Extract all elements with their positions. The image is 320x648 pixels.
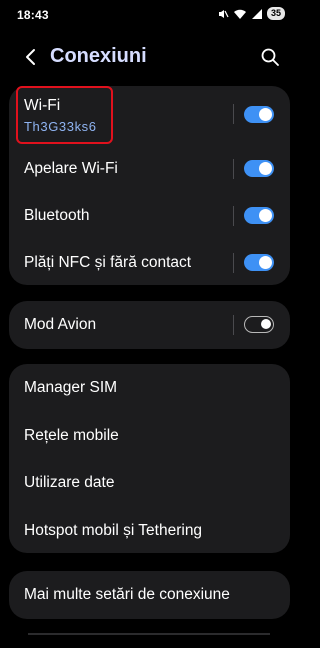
scroll-edge-divider — [28, 633, 270, 635]
airplane-mode-row[interactable]: Mod Avion — [9, 301, 290, 349]
mute-icon — [218, 9, 229, 18]
status-time: 18:43 — [17, 8, 49, 22]
divider — [233, 206, 234, 226]
bluetooth-toggle[interactable] — [244, 207, 274, 224]
wifi-toggle[interactable] — [244, 106, 274, 123]
mobile-networks-row[interactable]: Rețele mobile — [9, 411, 290, 458]
mobile-networks-label: Rețele mobile — [24, 427, 119, 444]
sim-manager-row[interactable]: Manager SIM — [9, 364, 290, 411]
status-icons: 35 — [217, 7, 285, 20]
divider — [233, 253, 234, 273]
more-settings-row[interactable]: Mai multe setări de conexiune — [9, 571, 290, 619]
hotspot-label: Hotspot mobil și Tethering — [24, 522, 203, 539]
more-settings-card: Mai multe setări de conexiune — [9, 571, 290, 619]
search-icon[interactable] — [259, 46, 281, 68]
sim-manager-label: Manager SIM — [24, 379, 118, 396]
page-title: Conexiuni — [50, 45, 147, 67]
divider — [233, 315, 234, 335]
highlight-box — [16, 86, 113, 144]
back-arrow-icon[interactable] — [20, 46, 42, 68]
network-card: Manager SIM Rețele mobile Utilizare date… — [9, 364, 290, 553]
nfc-label: Plăți NFC și fără contact — [24, 254, 192, 271]
wifi-calling-label: Apelare Wi-Fi — [24, 160, 118, 177]
data-usage-row[interactable]: Utilizare date — [9, 458, 290, 505]
battery-indicator: 35 — [266, 7, 285, 20]
bluetooth-label: Bluetooth — [24, 207, 90, 224]
hotspot-row[interactable]: Hotspot mobil și Tethering — [9, 505, 290, 553]
wifi-calling-toggle[interactable] — [244, 160, 274, 177]
nfc-row[interactable]: Plăți NFC și fără contact — [9, 241, 290, 285]
divider — [233, 104, 234, 124]
nfc-toggle[interactable] — [244, 254, 274, 271]
airplane-mode-toggle[interactable] — [244, 316, 274, 333]
wifi-signal-icon — [233, 9, 246, 19]
cell-signal-icon — [251, 8, 262, 19]
divider — [233, 159, 234, 179]
wifi-calling-row[interactable]: Apelare Wi-Fi — [9, 146, 290, 190]
data-usage-label: Utilizare date — [24, 474, 115, 491]
airplane-mode-label: Mod Avion — [24, 316, 97, 333]
bluetooth-row[interactable]: Bluetooth — [9, 194, 290, 238]
airplane-card: Mod Avion — [9, 301, 290, 349]
status-bar: 18:43 35 — [0, 0, 299, 30]
more-settings-label: Mai multe setări de conexiune — [24, 586, 230, 603]
header: Conexiuni — [0, 38, 299, 78]
